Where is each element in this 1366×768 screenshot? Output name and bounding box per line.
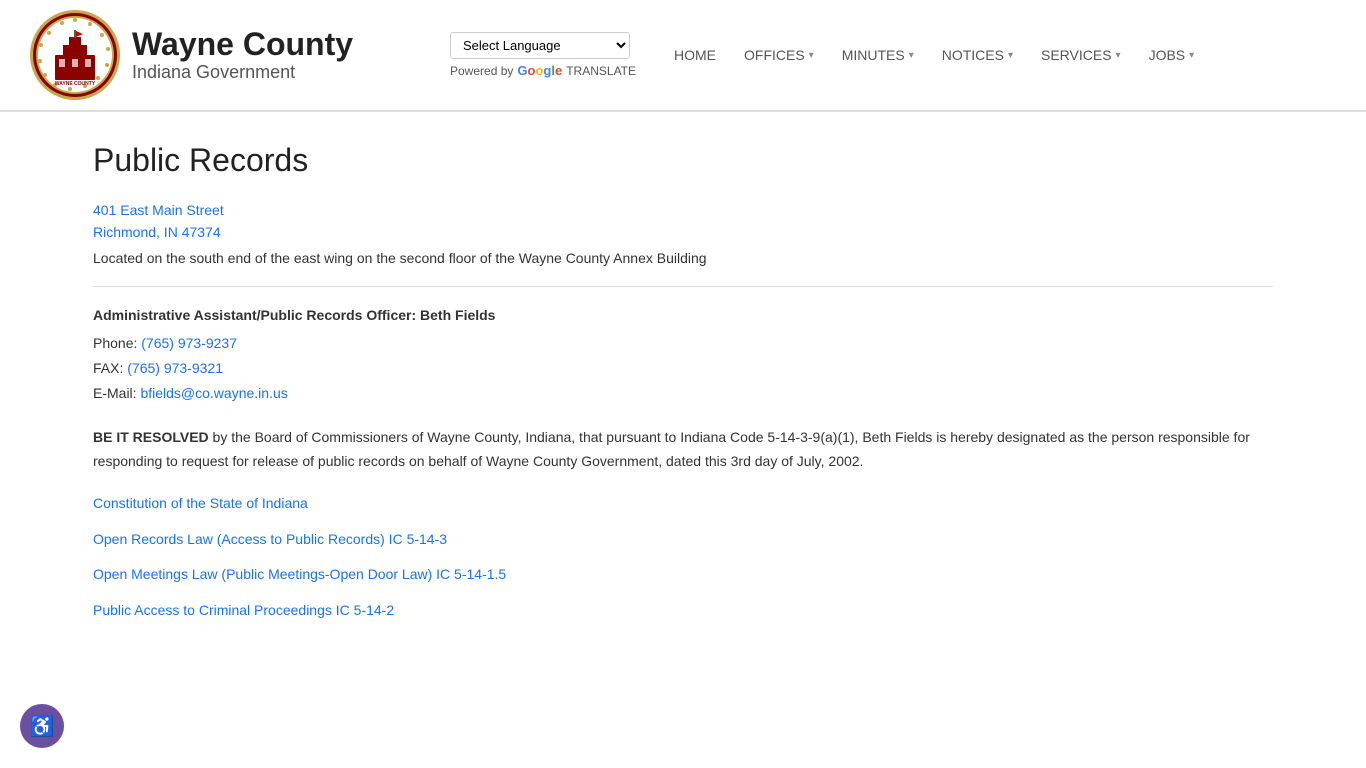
fax-line: FAX: (765) 973-9321 [93,356,1273,381]
nav-jobs[interactable]: JOBS ▾ [1135,39,1209,71]
google-logo: Google [517,63,562,78]
nav-notices[interactable]: NOTICES ▾ [928,39,1027,71]
email-link[interactable]: bfields@co.wayne.in.us [140,385,287,401]
be-it-resolved-label: BE IT RESOLVED [93,429,209,445]
site-title: Wayne County Indiana Government [132,27,353,83]
address-line2-link[interactable]: Richmond, IN 47374 [93,221,1273,243]
county-seal: WAYNE COUNTY [30,10,120,100]
fax-label: FAX: [93,360,123,376]
translate-area: Select Language Spanish French Powered b… [450,32,640,78]
chevron-down-icon: ▾ [1116,50,1121,61]
site-subtitle: Indiana Government [132,62,353,83]
address-line1-link[interactable]: 401 East Main Street [93,199,1273,221]
accessibility-icon: ♿ [30,714,55,739]
phone-link[interactable]: (765) 973-9237 [141,335,237,351]
powered-by-text: Powered by [450,64,513,78]
nav-minutes[interactable]: MINUTES ▾ [828,39,928,71]
translate-label: TRANSLATE [566,64,636,78]
resolution-section: BE IT RESOLVED by the Board of Commissio… [93,426,1273,474]
fax-link[interactable]: (765) 973-9321 [127,360,223,376]
chevron-down-icon: ▾ [909,50,914,61]
link-open-records[interactable]: Open Records Law (Access to Public Recor… [93,530,1273,550]
public-records-links: Constitution of the State of Indiana Ope… [93,494,1273,620]
chevron-down-icon: ▾ [809,50,814,61]
powered-by-label: Powered by Google TRANSLATE [450,63,640,78]
officer-section: Administrative Assistant/Public Records … [93,307,1273,407]
site-header: WAYNE COUNTY Wayne County Indiana Govern… [0,0,1366,111]
chevron-down-icon: ▾ [1008,50,1013,61]
main-nav: HOME OFFICES ▾ MINUTES ▾ NOTICES ▾ SERVI… [660,39,1208,71]
email-line: E-Mail: bfields@co.wayne.in.us [93,381,1273,406]
officer-title: Administrative Assistant/Public Records … [93,307,1273,323]
language-select[interactable]: Select Language Spanish French [450,32,630,59]
page-title: Public Records [93,142,1273,179]
link-criminal-proceedings[interactable]: Public Access to Criminal Proceedings IC… [93,601,1273,621]
seal-svg: WAYNE COUNTY [35,15,115,95]
chevron-down-icon: ▾ [1189,50,1194,61]
resolution-text: BE IT RESOLVED by the Board of Commissio… [93,426,1273,474]
link-constitution[interactable]: Constitution of the State of Indiana [93,494,1273,514]
site-name: Wayne County [132,27,353,62]
accessibility-button[interactable]: ♿ [20,704,64,748]
link-open-meetings[interactable]: Open Meetings Law (Public Meetings-Open … [93,565,1273,585]
phone-line: Phone: (765) 973-9237 [93,331,1273,356]
main-content: Public Records 401 East Main Street Rich… [33,112,1333,666]
location-description: Located on the south end of the east win… [93,250,1273,266]
svg-text:WAYNE COUNTY: WAYNE COUNTY [55,81,96,87]
nav-services[interactable]: SERVICES ▾ [1027,39,1135,71]
email-label: E-Mail: [93,385,137,401]
resolution-body: by the Board of Commissioners of Wayne C… [93,429,1250,469]
nav-offices[interactable]: OFFICES ▾ [730,39,828,71]
nav-home[interactable]: HOME [660,39,730,71]
section-divider-1 [93,286,1273,287]
phone-label: Phone: [93,335,137,351]
logo-area: WAYNE COUNTY Wayne County Indiana Govern… [30,10,450,100]
